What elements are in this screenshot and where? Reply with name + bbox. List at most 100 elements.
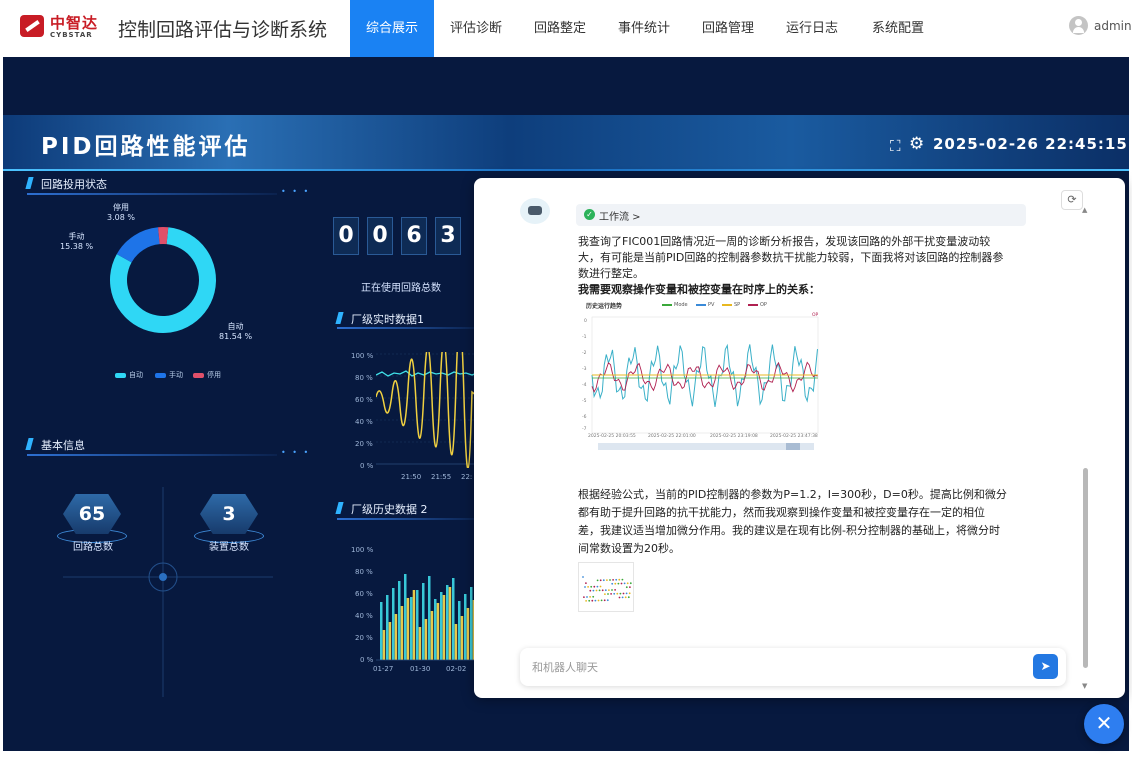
- history-bar: [442, 595, 446, 660]
- chat-message-line: 差，我建议适当增加微分作用。我的建议是在现有比例-积分控制器的基础上，将微分时: [578, 524, 1000, 537]
- history-bar: [466, 608, 470, 660]
- scatter-thumbnail-image[interactable]: [578, 562, 634, 612]
- app-title: 控制回路评估与诊断系统: [118, 19, 328, 41]
- donut-slice-停用: [158, 227, 169, 245]
- pie-label-manual: 手动 15.38 %: [60, 232, 94, 251]
- check-icon: ✓: [584, 209, 595, 220]
- brand-name-en: CYBSTAR: [50, 31, 93, 39]
- history-bar: [386, 595, 389, 660]
- donut-slice-手动: [116, 227, 160, 263]
- history-bar: [422, 583, 425, 660]
- plot-y-tick: -1: [582, 335, 587, 340]
- workflow-toggle[interactable]: [576, 204, 1026, 226]
- realtime-heading-text: 厂级实时数据1: [351, 313, 424, 326]
- plot-y-tick: -7: [582, 427, 587, 432]
- axis-tick: 100 %: [351, 352, 374, 360]
- history-bar: [404, 574, 407, 660]
- section-divider: [337, 327, 477, 329]
- axis-tick: 21:55: [431, 473, 452, 481]
- realtime-chart: [376, 352, 477, 468]
- chat-message-line: 我查询了FIC001回路情况近一周的诊断分析报告，发现该回路的外部干扰变量波动较: [578, 235, 991, 248]
- close-icon[interactable]: ✕: [1084, 704, 1124, 744]
- history-bar: [388, 622, 392, 660]
- axis-tick: 40 %: [355, 612, 373, 620]
- gear-icon[interactable]: ⚙: [909, 134, 924, 154]
- axis-tick: 40 %: [355, 418, 373, 426]
- history-bar: [454, 624, 458, 660]
- workflow-label[interactable]: 工作流 >: [599, 208, 641, 223]
- history-bar: [412, 590, 416, 660]
- loop-status-donut: [110, 227, 216, 333]
- plot-x-tick: 2025-02-25 23:47:38: [770, 434, 818, 439]
- history-bar: [434, 599, 437, 660]
- legend-manual: 手动: [155, 370, 183, 380]
- history-bar: [406, 598, 410, 660]
- axis-tick: 100 %: [351, 546, 374, 554]
- user-name[interactable]: admin: [1094, 19, 1132, 33]
- history-bar: [394, 614, 398, 660]
- history-bar: [464, 594, 467, 660]
- section-divider: [337, 518, 477, 520]
- chat-message-line: 间常数设置为20秒。: [578, 542, 680, 555]
- history-bar-chart: [376, 574, 477, 661]
- tab-events[interactable]: 事件统计: [602, 0, 686, 57]
- plot-y-tick: 0: [584, 319, 587, 324]
- realtime-heading: 厂级实时数据1: [335, 310, 467, 328]
- tab-evaluation[interactable]: 评估诊断: [434, 0, 518, 57]
- top-navbar: 中智达 CYBSTAR 控制回路评估与诊断系统 综合展示 评估诊断 回路整定 事…: [0, 0, 1132, 57]
- plot-y-tick: -3: [582, 367, 587, 372]
- axis-tick: 01-27: [373, 665, 394, 673]
- history-bar: [428, 576, 431, 660]
- plot-x-tick: 2025-02-25 22:01:00: [648, 434, 696, 439]
- counter-digit: 0: [367, 217, 393, 255]
- chat-input[interactable]: [532, 657, 1002, 677]
- history-bar: [458, 601, 461, 660]
- chat-message-subtitle: 我需要观察操作变量和被控变量在时序上的关系：: [578, 283, 820, 296]
- history-bar: [440, 592, 443, 660]
- tab-overview[interactable]: 综合展示: [350, 0, 434, 57]
- section-divider: [27, 454, 277, 456]
- tab-tuning[interactable]: 回路整定: [518, 0, 602, 57]
- dashboard-datetime: 2025-02-26 22:45:15: [933, 135, 1128, 153]
- chat-message-line: 根据经验公式，当前的PID控制器的参数为P=1.2，I=300秒，D=0秒。提高…: [578, 488, 1007, 501]
- counter-caption: 正在使用回路总数: [361, 283, 441, 294]
- tab-logs[interactable]: 运行日志: [770, 0, 854, 57]
- chat-message-line: 数进行整定。: [578, 267, 644, 280]
- axis-tick: 20 %: [355, 440, 373, 448]
- history-bar: [424, 619, 428, 660]
- tab-loop-management[interactable]: 回路管理: [686, 0, 770, 57]
- refresh-icon[interactable]: ⟳: [1061, 190, 1083, 210]
- scroll-up-arrow[interactable]: ▲: [1082, 206, 1087, 214]
- history-bar: [400, 606, 404, 660]
- chat-message-line: 都有助于提升回路的抗干扰能力，然而我观察到操作变量和被控变量存在一定的相位: [578, 506, 985, 519]
- counter-digit: 0: [333, 217, 359, 255]
- axis-tick: 0 %: [360, 462, 374, 470]
- axis-tick: 60 %: [355, 590, 373, 598]
- trend-plot-image[interactable]: 历史运行趋势 Mode PV SP OP OP 2025-02-25 20:03…: [578, 299, 828, 459]
- history-bar: [410, 597, 413, 660]
- tab-settings[interactable]: 系统配置: [854, 0, 942, 57]
- history-bar: [392, 588, 395, 660]
- axis-tick: 21:50: [401, 473, 422, 481]
- chat-scrollbar[interactable]: [1083, 468, 1088, 668]
- bot-avatar-icon: [520, 198, 550, 224]
- axis-tick: 80 %: [355, 374, 373, 382]
- section-dots: • • •: [281, 187, 311, 196]
- expand-icon[interactable]: ⛶: [890, 137, 901, 155]
- history-bar: [470, 587, 473, 660]
- brand-name: 中智达: [50, 14, 99, 32]
- axis-tick: 01-30: [410, 665, 431, 673]
- user-avatar-icon[interactable]: [1069, 16, 1088, 35]
- chat-input-box: ➤: [520, 648, 1066, 686]
- history-bar: [460, 616, 464, 660]
- send-icon[interactable]: ➤: [1033, 654, 1058, 679]
- scroll-down-arrow[interactable]: ▼: [1082, 682, 1087, 690]
- chat-panel: ⟳ ▲ ▼ ✓ 工作流 > 我查询了FIC001回路情况近一周的诊断分析报告，发…: [474, 178, 1125, 698]
- axis-tick: 20 %: [355, 634, 373, 642]
- section-dots: • • •: [281, 448, 311, 457]
- axis-tick: 22:: [461, 473, 473, 481]
- counter-digit: 6: [401, 217, 427, 255]
- plot-x-tick: 2025-02-25 20:03:55: [588, 434, 636, 439]
- counter-digit: 3: [435, 217, 461, 255]
- history-bar: [416, 590, 419, 660]
